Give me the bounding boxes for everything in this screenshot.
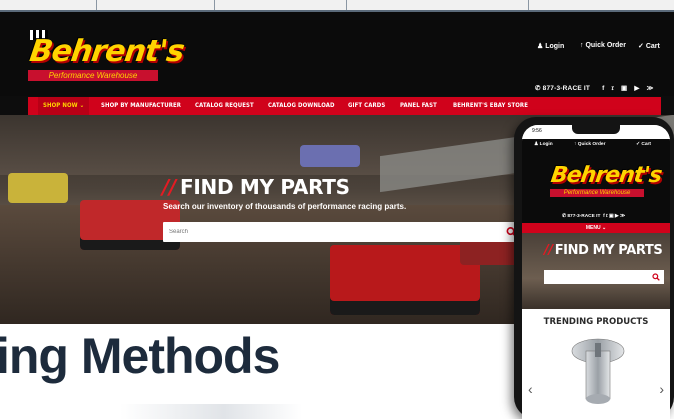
- cart-icon: ✓: [638, 43, 644, 50]
- mobile-logo-wordmark: Behrent's: [549, 163, 663, 188]
- nav-item-shop-by-manufacturer[interactable]: SHOP BY MANUFACTURER: [101, 97, 181, 115]
- status-time: 9:56: [532, 128, 542, 134]
- mobile-login-link[interactable]: ♟ Login: [534, 142, 553, 147]
- rss-icon[interactable]: ≫: [647, 85, 654, 92]
- brand-logo[interactable]: Behrent's Performance Warehouse: [22, 30, 186, 88]
- phone-icon: ✆: [535, 85, 541, 92]
- race-car-image: [8, 173, 68, 203]
- mobile-logo-tagline: Performance Warehouse: [550, 189, 644, 197]
- mobile-phone-mockup: 9:56 ♟ Login ↑ Quick Order ✓ Cart Behren…: [514, 117, 674, 419]
- mobile-header: ♟ Login ↑ Quick Order ✓ Cart Behrent's P…: [522, 139, 670, 223]
- article-headline: ing Methods: [0, 328, 280, 384]
- mobile-quick-order-link[interactable]: ↑ Quick Order: [574, 142, 605, 147]
- nav-item-gift-cards[interactable]: GIFT CARDS: [348, 97, 385, 115]
- mobile-search-input[interactable]: [544, 270, 664, 284]
- mobile-hero-title: //FIND MY PARTS: [544, 243, 663, 258]
- nav-item-catalog-request[interactable]: CATALOG REQUEST: [195, 97, 254, 115]
- quick-order-link[interactable]: ↑ Quick Order: [580, 42, 626, 49]
- site-header: Behrent's Performance Warehouse ♟ Login …: [0, 12, 674, 96]
- logo-tagline: Performance Warehouse: [28, 70, 158, 81]
- logo-wordmark: Behrent's: [27, 34, 186, 69]
- mobile-status-bar: 9:56: [522, 125, 670, 139]
- hero-subtitle: Search our inventory of thousands of per…: [163, 202, 407, 211]
- trending-products-title: TRENDING PRODUCTS: [543, 317, 649, 327]
- facebook-icon[interactable]: f: [602, 85, 604, 92]
- mobile-screen: 9:56 ♟ Login ↑ Quick Order ✓ Cart Behren…: [522, 125, 670, 419]
- parts-search-box: [163, 222, 523, 242]
- carousel-prev-icon[interactable]: ‹: [528, 381, 533, 397]
- mobile-menu-button[interactable]: MENU ⌄: [522, 223, 670, 233]
- race-car-image: [330, 245, 480, 315]
- user-icon: ♟: [537, 43, 544, 50]
- mobile-cart-link[interactable]: ✓ Cart: [636, 142, 651, 147]
- nav-item-ebay-store[interactable]: BEHRENT'S EBAY STORE: [453, 97, 528, 115]
- phone-bar: ✆ 877-3-RACE IT f 𝔯 ▣ ▶ ≫: [535, 84, 654, 93]
- parts-search-input[interactable]: [169, 225, 489, 239]
- screenshot-frame: Behrent's Performance Warehouse ♟ Login …: [0, 0, 674, 419]
- carousel-next-icon[interactable]: ›: [659, 381, 664, 397]
- phone-notch: [572, 125, 620, 134]
- phone-number[interactable]: 877-3-RACE IT: [543, 85, 590, 92]
- nav-item-catalog-download[interactable]: CATALOG DOWNLOAD: [268, 97, 335, 115]
- trending-products-section: TRENDING PRODUCTS ‹ ›: [522, 309, 670, 419]
- mobile-hero: //FIND MY PARTS: [522, 233, 670, 309]
- bolt-icon: ↑: [580, 42, 584, 49]
- login-link[interactable]: ♟ Login: [537, 42, 564, 50]
- nav-item-shop-now[interactable]: SHOP NOW ⌄: [38, 97, 90, 115]
- product-image-quarter-turn-fastener[interactable]: [568, 337, 628, 417]
- main-nav: SHOP NOW ⌄ SHOP BY MANUFACTURER CATALOG …: [28, 97, 661, 115]
- hero-title: //FIND MY PARTS: [162, 175, 350, 199]
- mobile-phone-bar: ✆ 877-3-RACE IT f 𝔯 ▣ ▶ ≫: [562, 214, 625, 219]
- twitter-icon[interactable]: 𝔯: [611, 85, 614, 92]
- cart-link[interactable]: ✓ Cart: [638, 42, 660, 50]
- nav-item-panel-fast[interactable]: PANEL FAST: [400, 97, 437, 115]
- race-car-image: [300, 145, 360, 167]
- search-icon[interactable]: [652, 273, 660, 281]
- youtube-icon[interactable]: ▶: [634, 85, 639, 92]
- top-table-strip: [0, 0, 674, 12]
- mobile-brand-logo[interactable]: Behrent's Performance Warehouse: [547, 161, 663, 201]
- instagram-icon[interactable]: ▣: [621, 85, 627, 92]
- bottom-image-fragment: [120, 404, 380, 419]
